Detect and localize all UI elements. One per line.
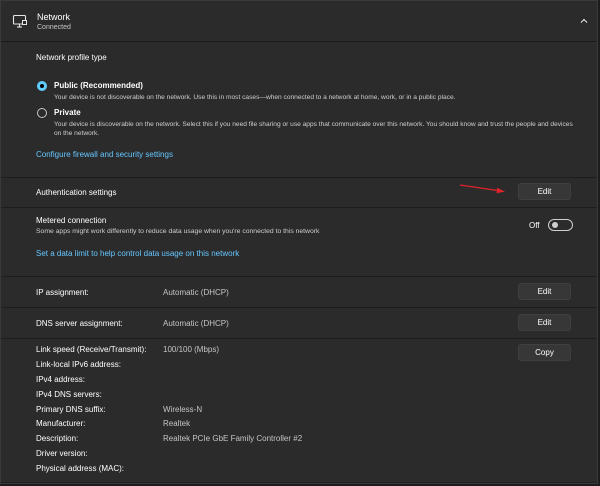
profile-heading: Network profile type <box>36 53 107 62</box>
property-label: Manufacturer: <box>36 419 86 428</box>
dns-edit-button[interactable]: Edit <box>518 314 571 331</box>
metered-toggle[interactable] <box>548 219 573 231</box>
property-label: Link speed (Receive/Transmit): <box>36 345 147 354</box>
auth-section: Authentication settings Edit <box>1 178 597 207</box>
copy-button[interactable]: Copy <box>518 344 571 361</box>
network-monitor-icon <box>12 14 27 28</box>
public-description: Your device is not discoverable on the n… <box>54 94 456 101</box>
property-value: 100/100 (Mbps) <box>163 345 220 354</box>
ip-section: IP assignment: Automatic (DHCP) Edit <box>1 277 597 307</box>
auth-edit-button[interactable]: Edit <box>518 183 571 200</box>
public-radio[interactable] <box>37 81 47 91</box>
public-label[interactable]: Public (Recommended) <box>54 81 143 90</box>
ip-label: IP assignment: <box>36 288 89 297</box>
property-label: Link-local IPv6 address: <box>36 360 121 369</box>
firewall-link[interactable]: Configure firewall and security settings <box>36 150 173 159</box>
network-header[interactable]: Network Connected <box>1 1 597 42</box>
property-value: Realtek PCIe GbE Family Controller #2 <box>163 434 303 443</box>
header-title: Network <box>37 12 71 22</box>
property-label: IPv4 address: <box>36 375 85 384</box>
property-label: Physical address (MAC): <box>36 464 125 473</box>
auth-label: Authentication settings <box>36 188 117 197</box>
chevron-up-icon[interactable] <box>579 16 589 26</box>
header-status: Connected <box>37 24 71 31</box>
metered-label: Metered connection <box>36 216 107 225</box>
profile-section: Network profile type Public (Recommended… <box>1 42 597 177</box>
property-value: Wireless-N <box>163 405 203 414</box>
data-limit-link[interactable]: Set a data limit to help control data us… <box>36 249 239 258</box>
property-value: Realtek <box>163 419 191 428</box>
metered-description: Some apps might work differently to redu… <box>36 228 320 235</box>
private-label[interactable]: Private <box>54 108 81 117</box>
toggle-knob <box>552 222 558 228</box>
ip-value: Automatic (DHCP) <box>163 288 229 297</box>
properties-section: Copy Link speed (Receive/Transmit): 100/… <box>1 339 597 482</box>
dns-value: Automatic (DHCP) <box>163 319 229 328</box>
metered-toggle-state: Off <box>529 221 540 230</box>
annotation-arrow <box>459 184 505 194</box>
ip-edit-button[interactable]: Edit <box>518 283 571 300</box>
private-description: Your device is discoverable on the netwo… <box>54 121 573 137</box>
private-radio[interactable] <box>37 108 47 118</box>
property-label: IPv4 DNS servers: <box>36 390 102 399</box>
metered-section: Metered connection Some apps might work … <box>1 208 597 276</box>
dns-label: DNS server assignment: <box>36 319 123 328</box>
property-label: Description: <box>36 434 79 443</box>
property-label: Driver version: <box>36 449 88 458</box>
dns-section: DNS server assignment: Automatic (DHCP) … <box>1 308 597 338</box>
property-label: Primary DNS suffix: <box>36 405 106 414</box>
